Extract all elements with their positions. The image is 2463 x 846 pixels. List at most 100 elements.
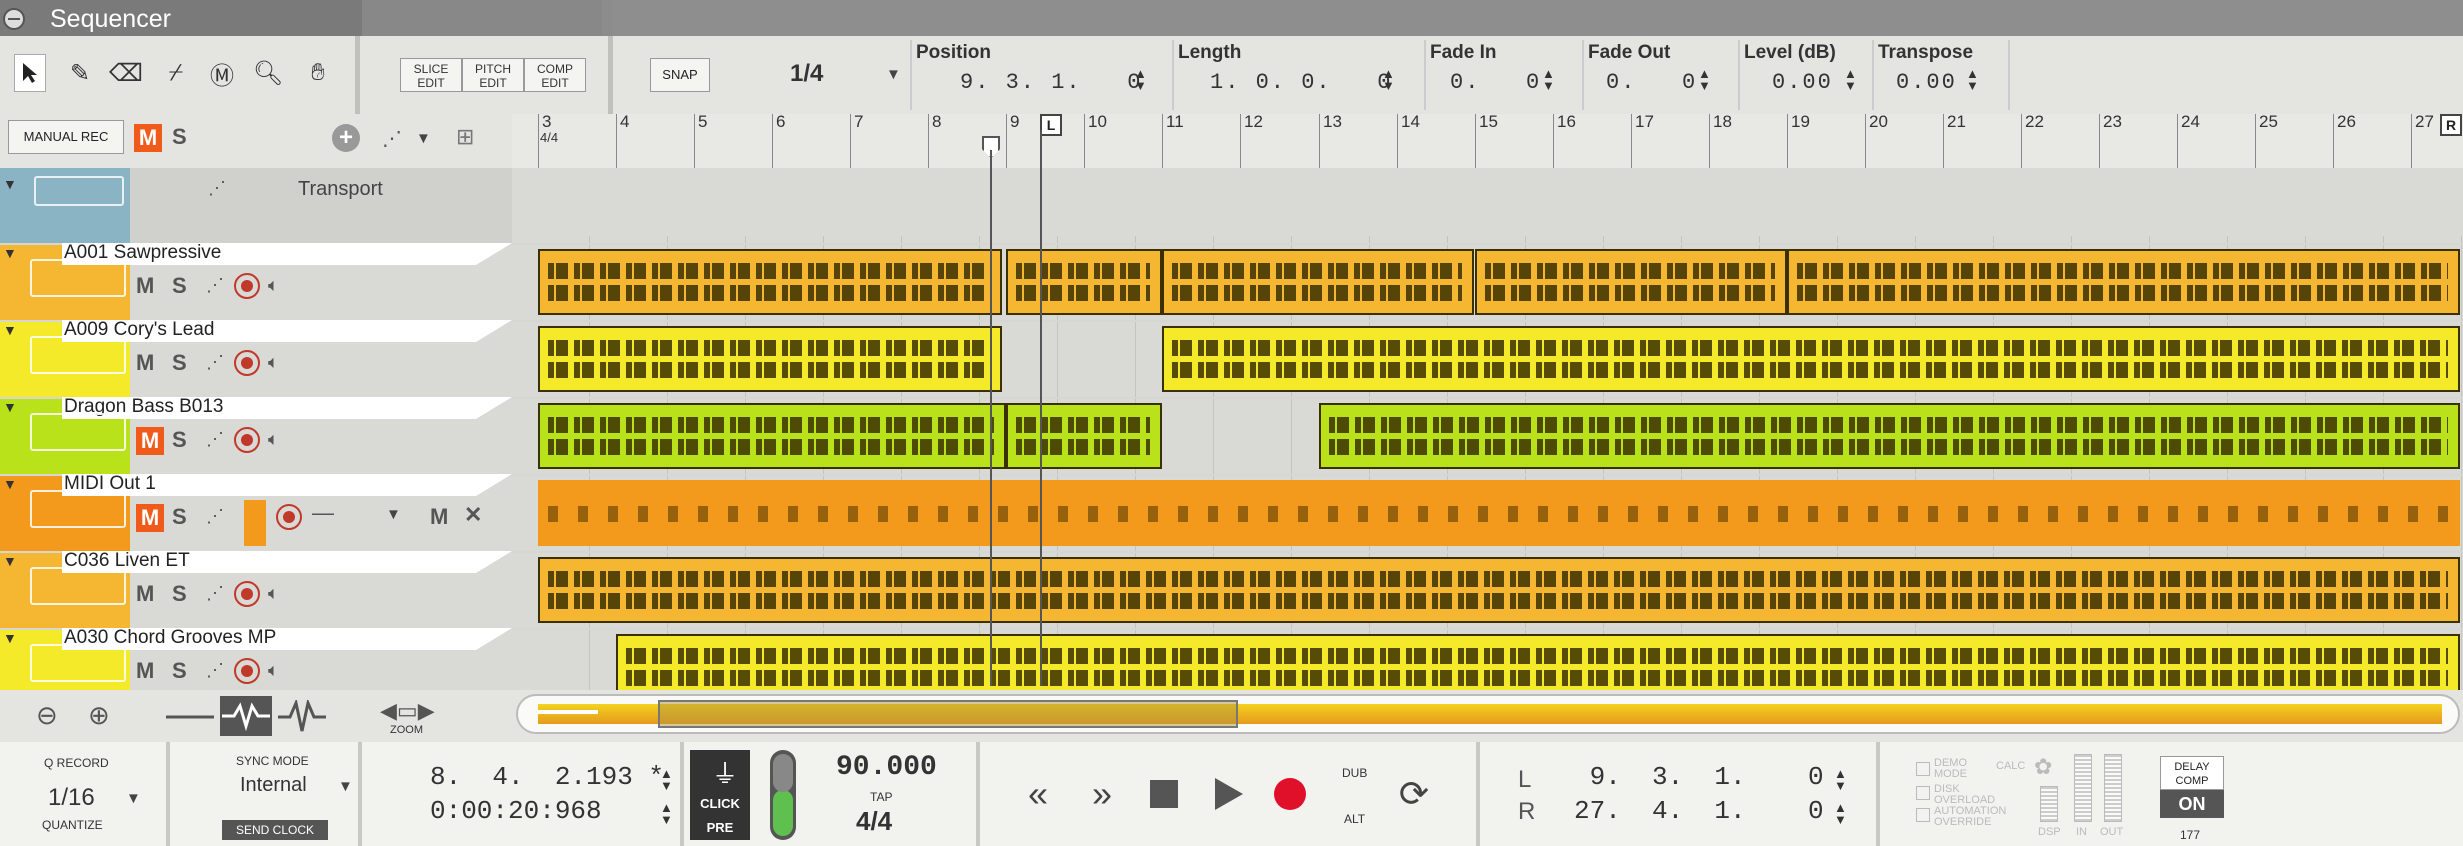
song-position-bars[interactable]: 8. 4. 2.193 * bbox=[430, 762, 664, 792]
waveform-medium-icon[interactable] bbox=[220, 696, 272, 736]
automation-icon[interactable]: ⋰ bbox=[206, 506, 224, 527]
delete-lane-icon[interactable]: ✕ bbox=[464, 502, 482, 528]
record-arm-icon[interactable] bbox=[234, 350, 260, 376]
position-spinner-icon[interactable]: ▲ ▼ bbox=[1134, 67, 1147, 92]
record-arm-icon[interactable] bbox=[276, 504, 302, 530]
fade-out-spinner-icon[interactable]: ▲ ▼ bbox=[1698, 67, 1711, 92]
speaker-icon[interactable]: 🔈︎ bbox=[268, 352, 279, 373]
automation-icon[interactable]: ⋰ bbox=[206, 275, 224, 296]
collapse-toggle-icon[interactable]: ▼ bbox=[3, 630, 17, 646]
clip[interactable] bbox=[1475, 249, 1787, 315]
fade-out-value[interactable]: 0. 0 bbox=[1606, 70, 1697, 95]
pitch-edit-button[interactable]: PITCH EDIT bbox=[462, 58, 524, 92]
left-locator-value[interactable]: 9. 3. 1. 0 bbox=[1574, 762, 1824, 792]
clip[interactable] bbox=[538, 480, 2460, 546]
send-clock-button[interactable]: SEND CLOCK bbox=[222, 820, 328, 840]
automation-icon[interactable]: ⋰ bbox=[208, 178, 226, 199]
collapse-toggle-icon[interactable]: ▼ bbox=[3, 399, 17, 415]
grid-value[interactable]: 1/4 bbox=[790, 60, 823, 88]
quantize-dropdown-icon[interactable]: ▼ bbox=[126, 790, 141, 807]
clip[interactable] bbox=[1162, 249, 1474, 315]
automation-icon[interactable]: ⋰ bbox=[206, 583, 224, 604]
solo-button[interactable]: S bbox=[172, 273, 187, 299]
mute-button[interactable]: M bbox=[136, 350, 154, 376]
sync-mode-value[interactable]: Internal bbox=[240, 774, 307, 797]
clip[interactable] bbox=[538, 326, 1002, 392]
click-button[interactable]: CLICK bbox=[692, 796, 748, 811]
record-arm-icon[interactable] bbox=[234, 581, 260, 607]
tempo-value[interactable]: 90.000 bbox=[836, 752, 937, 783]
clip[interactable] bbox=[538, 403, 1006, 469]
solo-button[interactable]: S bbox=[172, 658, 187, 684]
fade-in-value[interactable]: 0. 0 bbox=[1450, 70, 1541, 95]
record-arm-icon[interactable] bbox=[234, 273, 260, 299]
alt-button[interactable]: ALT bbox=[1344, 812, 1365, 826]
collapse-toggle-icon[interactable]: ▼ bbox=[3, 322, 17, 338]
collapse-toggle-icon[interactable]: ▼ bbox=[3, 176, 17, 192]
collapse-toggle-icon[interactable]: ▼ bbox=[3, 245, 17, 261]
manual-rec-button[interactable]: MANUAL REC bbox=[8, 120, 124, 154]
clip[interactable] bbox=[1787, 249, 2460, 315]
mute-tool-icon[interactable]: Ⓜ bbox=[206, 54, 238, 92]
snap-button[interactable]: SNAP bbox=[650, 58, 710, 92]
quantize-value[interactable]: 1/16 bbox=[48, 784, 95, 812]
track-size-icon[interactable]: ⊞ bbox=[456, 124, 474, 150]
record-arm-icon[interactable] bbox=[234, 427, 260, 453]
solo-button[interactable]: S bbox=[172, 427, 187, 453]
delay-comp-on-button[interactable]: ON bbox=[2160, 790, 2224, 818]
speaker-icon[interactable]: 🔈︎ bbox=[268, 429, 279, 450]
metronome-icon[interactable]: ⏚ bbox=[712, 754, 738, 791]
solo-button[interactable]: S bbox=[172, 504, 187, 530]
level-value[interactable]: 0.00 bbox=[1772, 70, 1833, 95]
click-level-slider[interactable] bbox=[770, 750, 796, 840]
waveform-large-icon[interactable] bbox=[276, 698, 328, 734]
play-icon[interactable] bbox=[1200, 766, 1256, 822]
solo-button[interactable]: S bbox=[172, 350, 187, 376]
rewind-icon[interactable]: « bbox=[1010, 766, 1066, 822]
mute-button[interactable]: M bbox=[136, 504, 164, 532]
waveform-flat-icon[interactable] bbox=[164, 700, 216, 734]
collapse-toggle-icon[interactable]: ▼ bbox=[3, 476, 17, 492]
eraser-tool-icon[interactable]: ⌫ bbox=[109, 54, 143, 92]
right-locator-marker[interactable]: R bbox=[2440, 114, 2462, 136]
solo-all-button[interactable]: S bbox=[172, 124, 187, 150]
mute-all-button[interactable]: M bbox=[134, 124, 162, 152]
position-bars-spinner-icon[interactable]: ▲ ▼ bbox=[660, 767, 673, 792]
midi-dropdown-icon[interactable]: ▼ bbox=[386, 506, 401, 523]
sync-dropdown-icon[interactable]: ▼ bbox=[338, 778, 353, 795]
mute-button[interactable]: M bbox=[136, 273, 154, 299]
right-locator-value[interactable]: 27. 4. 1. 0 bbox=[1574, 796, 1824, 826]
speaker-icon[interactable]: 🔈︎ bbox=[268, 583, 279, 604]
left-locator-marker[interactable]: L bbox=[1040, 114, 1062, 136]
mute-button[interactable]: M bbox=[136, 427, 164, 455]
level-spinner-icon[interactable]: ▲ ▼ bbox=[1844, 67, 1857, 92]
signature-value[interactable]: 4/4 bbox=[856, 806, 892, 837]
position-time-spinner-icon[interactable]: ▲ ▼ bbox=[660, 801, 673, 826]
speaker-icon[interactable]: 🔈︎ bbox=[268, 275, 279, 296]
comp-edit-button[interactable]: COMP EDIT bbox=[524, 58, 586, 92]
clip[interactable] bbox=[538, 557, 2460, 623]
position-value[interactable]: 9. 3. 1. 0 bbox=[960, 70, 1142, 95]
stop-icon[interactable] bbox=[1136, 766, 1192, 822]
overview-view-window[interactable] bbox=[658, 700, 1238, 728]
record-arm-icon[interactable] bbox=[234, 658, 260, 684]
clip[interactable] bbox=[1162, 326, 2460, 392]
razor-tool-icon[interactable]: ⌿ bbox=[160, 54, 192, 92]
hand-tool-icon[interactable]: ✋︎ bbox=[302, 54, 334, 92]
pencil-tool-icon[interactable]: ✎ bbox=[64, 54, 96, 92]
song-overview[interactable] bbox=[516, 694, 2460, 734]
fast-forward-icon[interactable]: » bbox=[1074, 766, 1130, 822]
mute-lane-button[interactable]: M bbox=[430, 504, 448, 530]
mute-button[interactable]: M bbox=[136, 581, 154, 607]
magnify-tool-icon[interactable]: 🔍︎ bbox=[252, 54, 284, 92]
slice-edit-button[interactable]: SLICE EDIT bbox=[400, 58, 462, 92]
automation-icon[interactable]: ⋰ bbox=[206, 660, 224, 681]
clip[interactable] bbox=[1006, 249, 1162, 315]
automation-icon[interactable]: ⋰ bbox=[206, 429, 224, 450]
record-icon[interactable] bbox=[1262, 766, 1318, 822]
collapse-toggle-icon[interactable]: ▼ bbox=[3, 553, 17, 569]
right-locator-spinner-icon[interactable]: ▲ ▼ bbox=[1834, 801, 1847, 826]
fade-in-spinner-icon[interactable]: ▲ ▼ bbox=[1542, 67, 1555, 92]
solo-button[interactable]: S bbox=[172, 581, 187, 607]
song-position-time[interactable]: 0:00:20:968 bbox=[430, 796, 602, 826]
